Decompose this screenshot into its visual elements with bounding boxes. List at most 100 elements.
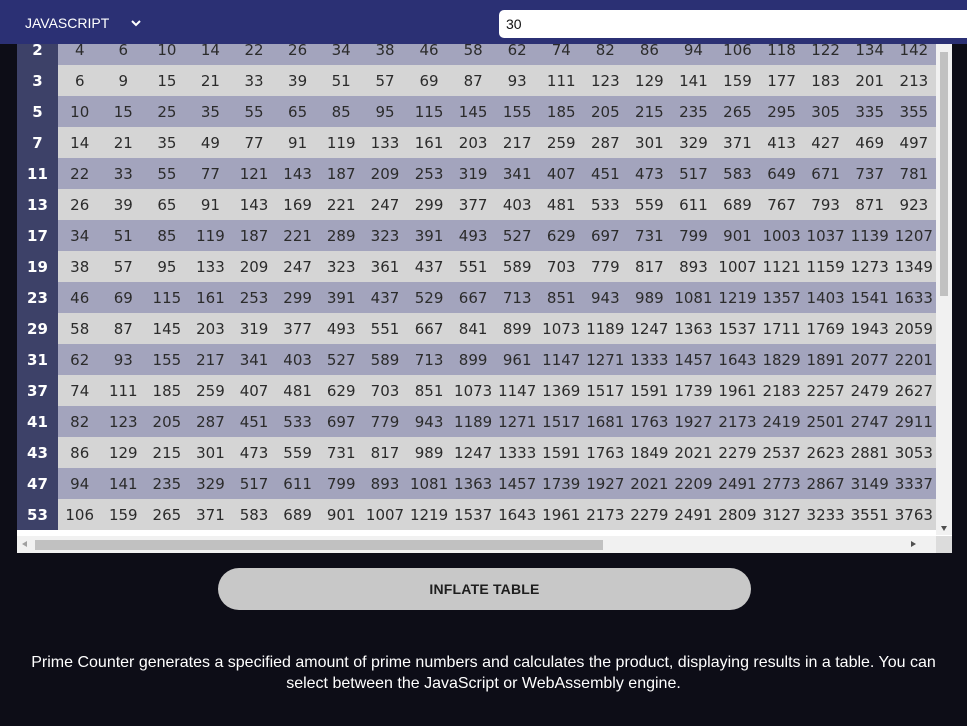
table-cell: 25 bbox=[145, 96, 189, 127]
table-cell: 1849 bbox=[627, 437, 672, 468]
table-cell: 86 bbox=[57, 437, 102, 468]
table-cell: 667 bbox=[451, 282, 496, 313]
scroll-left-arrow-icon[interactable] bbox=[22, 541, 27, 547]
row-prime-header: 41 bbox=[17, 406, 58, 437]
table-cell: 2183 bbox=[759, 375, 804, 406]
table-cell: 329 bbox=[188, 468, 233, 499]
table-cell: 161 bbox=[407, 127, 452, 158]
table-cell: 106 bbox=[715, 44, 760, 65]
table-cell: 51 bbox=[319, 65, 363, 96]
table-cell: 143 bbox=[232, 189, 276, 220]
table-cell: 1829 bbox=[759, 344, 804, 375]
table-cell: 1591 bbox=[539, 437, 584, 468]
table-cell: 1739 bbox=[671, 375, 716, 406]
table-cell: 1007 bbox=[715, 251, 760, 282]
table-cell: 94 bbox=[671, 44, 716, 65]
table-cell: 2809 bbox=[715, 499, 760, 530]
table-cell: 1073 bbox=[451, 375, 496, 406]
prime-count-input[interactable] bbox=[499, 10, 967, 38]
table-cell: 377 bbox=[275, 313, 320, 344]
table-cell: 2491 bbox=[715, 468, 760, 499]
table-cell: 1081 bbox=[407, 468, 452, 499]
table-cell: 65 bbox=[145, 189, 189, 220]
table-cell: 1189 bbox=[583, 313, 628, 344]
table-cell: 341 bbox=[232, 344, 276, 375]
table-cell: 69 bbox=[101, 282, 146, 313]
table-cell: 817 bbox=[627, 251, 672, 282]
table-cell: 106 bbox=[57, 499, 102, 530]
table-cell: 55 bbox=[232, 96, 276, 127]
table-cell: 1711 bbox=[759, 313, 804, 344]
table-cell: 1541 bbox=[847, 282, 892, 313]
table-cell: 2623 bbox=[803, 437, 848, 468]
table-cell: 185 bbox=[539, 96, 584, 127]
table-cell: 91 bbox=[275, 127, 320, 158]
inflate-table-button[interactable]: INFLATE TABLE bbox=[218, 568, 751, 610]
table-cell: 235 bbox=[671, 96, 716, 127]
table-cell: 209 bbox=[232, 251, 276, 282]
table-cell: 14 bbox=[188, 44, 233, 65]
table-cell: 391 bbox=[319, 282, 363, 313]
table-row: 29 58 87 145 203 319 377 493 551 667 841 899 1073 118… bbox=[17, 313, 936, 344]
table-row: 7 14 21 35 49 77 91 119 133 161 203 217 259 287 301 329… bbox=[17, 127, 936, 158]
table-cell: 1159 bbox=[803, 251, 848, 282]
table-cell: 145 bbox=[145, 313, 189, 344]
table-cell: 2867 bbox=[803, 468, 848, 499]
row-prime-header: 3 bbox=[17, 65, 58, 96]
table-cell: 1927 bbox=[583, 468, 628, 499]
table-cell: 671 bbox=[803, 158, 848, 189]
table-cell: 87 bbox=[451, 65, 496, 96]
horizontal-scrollbar[interactable] bbox=[17, 536, 936, 553]
table-cell: 87 bbox=[101, 313, 146, 344]
table-cell: 799 bbox=[671, 220, 716, 251]
table-cell: 145 bbox=[451, 96, 496, 127]
table-cell: 2747 bbox=[847, 406, 892, 437]
table-cell: 527 bbox=[495, 220, 540, 251]
table-cell: 371 bbox=[188, 499, 233, 530]
results-table-container: 2 4 6 10 14 22 26 34 38 46 58 62 74 82 86 94 106 118 122 13… bbox=[17, 44, 952, 553]
table-cell: 187 bbox=[319, 158, 363, 189]
table-cell: 22 bbox=[57, 158, 102, 189]
table-cell: 1121 bbox=[759, 251, 804, 282]
table-cell: 517 bbox=[671, 158, 716, 189]
table-cell: 62 bbox=[57, 344, 102, 375]
table-cell: 851 bbox=[539, 282, 584, 313]
table-cell: 1943 bbox=[847, 313, 892, 344]
table-cell: 1769 bbox=[803, 313, 848, 344]
table-cell: 1369 bbox=[539, 375, 584, 406]
row-prime-header: 17 bbox=[17, 220, 58, 251]
table-cell: 1517 bbox=[583, 375, 628, 406]
scroll-down-arrow-icon[interactable] bbox=[941, 526, 947, 531]
table-row: 47 94 141 235 329 517 611 799 893 1081 1363 1457 173… bbox=[17, 468, 936, 499]
table-cell: 583 bbox=[232, 499, 276, 530]
top-bar: JAVASCRIPT bbox=[0, 0, 967, 44]
table-cell: 1643 bbox=[495, 499, 540, 530]
table-row: 41 82 123 205 287 451 533 697 779 943 1189 1271 1517… bbox=[17, 406, 936, 437]
scroll-right-arrow-icon[interactable] bbox=[911, 541, 916, 547]
table-cell: 21 bbox=[101, 127, 146, 158]
table-cell: 371 bbox=[715, 127, 760, 158]
table-cell: 799 bbox=[319, 468, 363, 499]
table-cell: 319 bbox=[451, 158, 496, 189]
table-cell: 10 bbox=[57, 96, 102, 127]
table-cell: 989 bbox=[627, 282, 672, 313]
table-cell: 323 bbox=[362, 220, 408, 251]
table-cell: 203 bbox=[188, 313, 233, 344]
table-cell: 901 bbox=[319, 499, 363, 530]
table-cell: 115 bbox=[145, 282, 189, 313]
row-prime-header: 37 bbox=[17, 375, 58, 406]
vertical-scrollbar-thumb[interactable] bbox=[940, 52, 948, 296]
table-cell: 235 bbox=[145, 468, 189, 499]
table-cell: 1073 bbox=[539, 313, 584, 344]
table-cell: 649 bbox=[759, 158, 804, 189]
table-cell: 3053 bbox=[891, 437, 936, 468]
engine-select[interactable]: JAVASCRIPT bbox=[13, 8, 148, 38]
table-cell: 38 bbox=[57, 251, 102, 282]
table-cell: 134 bbox=[847, 44, 892, 65]
horizontal-scrollbar-thumb[interactable] bbox=[35, 540, 603, 550]
table-cell: 209 bbox=[362, 158, 408, 189]
vertical-scrollbar[interactable] bbox=[936, 44, 952, 535]
table-cell: 851 bbox=[407, 375, 452, 406]
table-cell: 46 bbox=[407, 44, 452, 65]
table-cell: 1273 bbox=[847, 251, 892, 282]
